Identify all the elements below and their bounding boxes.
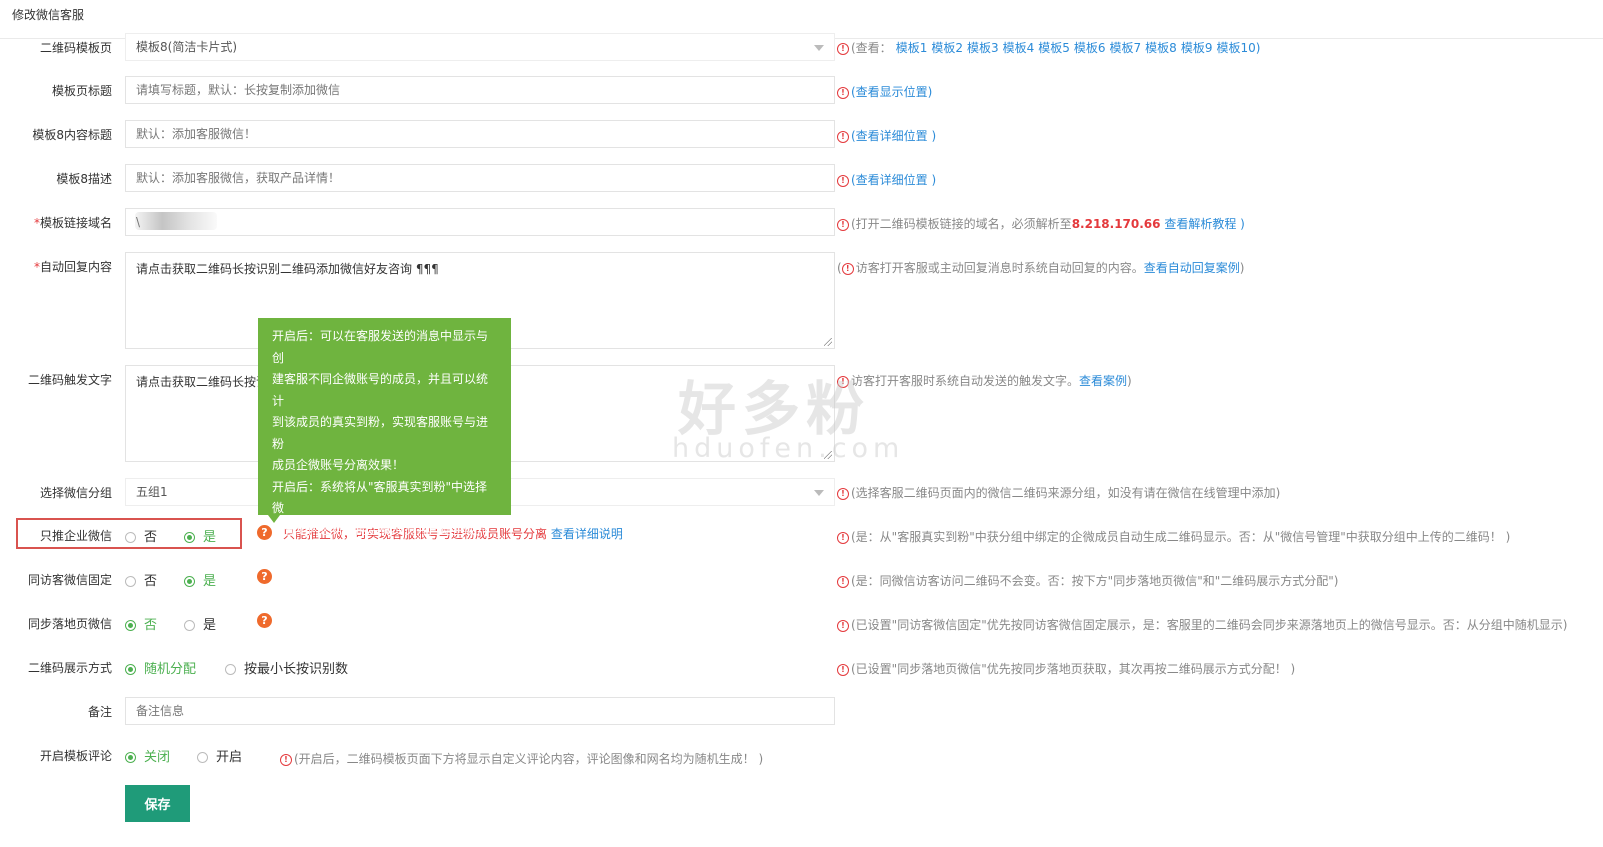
info-icon: ! <box>837 663 849 676</box>
page-title-label: 模板页标题 <box>51 84 112 98</box>
content-title-input[interactable]: 默认：添加客服微信！ <box>125 120 835 148</box>
question-icon[interactable]: ? <box>257 525 272 540</box>
domain-hint: ! (打开二维码模板链接的域名，必须解析至8.218.170.66 查看解析教程 … <box>837 215 1245 232</box>
template-link[interactable]: 模板6 <box>1074 41 1106 55</box>
domain-input[interactable]: \ <box>125 208 835 236</box>
group-label: 选择微信分组 <box>39 486 112 500</box>
sync-landing-label: 同步落地页微信 <box>27 617 112 631</box>
comments-off-radio[interactable]: 关闭 <box>125 746 170 765</box>
tooltip-line: 成员企微账号分离效果！ <box>272 458 405 472</box>
parse-tutorial-link[interactable]: 查看解析教程 <box>1164 217 1236 231</box>
template-link[interactable]: 模板4 <box>1003 41 1035 55</box>
template-hint: ! (查看： 模板1 模板2 模板3 模板4 模板5 模板6 模板7 模板8 模板9 模板10) <box>837 39 1260 56</box>
remark-input[interactable]: 备注信息 <box>125 697 835 725</box>
display-mode-hint: ! (已设置"同步落地页微信"优先按同步落地页获取，其次再按二维码展示方式分配！ … <box>837 660 1295 677</box>
tooltip-line: 您自行上传的二维码！ <box>272 608 393 623</box>
display-mode-min-radio[interactable]: 按最小长按识别数 <box>225 658 348 677</box>
template-label: 二维码模板页 <box>39 41 112 55</box>
question-icon[interactable]: ? <box>257 569 272 584</box>
info-icon: ! <box>837 218 849 231</box>
content-title-label: 模板8内容标题 <box>32 128 112 142</box>
tooltip-popup: 开启后：可以在客服发送的消息中显示与创 建客服不同企微账号的成员，并且可以统计 … <box>258 318 511 623</box>
domain-label: *模板链接域名 <box>33 216 112 230</box>
template-select[interactable]: 模板8(简洁卡片式) <box>125 33 835 61</box>
tooltip-arrow <box>268 515 280 523</box>
sync-landing-no-radio[interactable]: 否 <box>125 614 157 633</box>
template-link[interactable]: 模板10 <box>1216 41 1255 55</box>
resize-handle[interactable] <box>824 338 832 346</box>
template-link[interactable]: 模板1 <box>896 41 928 55</box>
template-link[interactable]: 模板2 <box>931 41 963 55</box>
info-icon: ! <box>837 487 849 500</box>
template-link[interactable]: 模板7 <box>1110 41 1142 55</box>
page-title-hint[interactable]: ! (查看显示位置) <box>837 83 932 100</box>
info-icon: ! <box>837 619 849 632</box>
info-icon: ! <box>837 86 849 99</box>
tooltip-line: 开启后：可以在客服发送的消息中显示与创 <box>272 329 489 365</box>
auto-reply-label: *自动回复内容 <box>33 260 112 274</box>
template-link[interactable]: 模板9 <box>1181 41 1213 55</box>
tooltip-line: 成员二维码显示，不在从微信号管理中获取 <box>272 565 489 602</box>
comments-hint: ! (开启后，二维码模板页面下方将显示自定义评论内容，评论图像和网名均为随机生成！… <box>280 750 763 767</box>
group-select-value: 五组1 <box>136 485 168 499</box>
sync-landing-hint: ! (已设置"同访客微信固定"优先按同访客微信固定展示，是：客服里的二维码会同步来… <box>837 616 1567 633</box>
template-link[interactable]: 模板8 <box>1145 41 1177 55</box>
info-icon: ! <box>280 753 292 766</box>
trigger-label: 二维码触发文字 <box>27 373 112 387</box>
detail-explain-link[interactable]: 查看详细说明 <box>551 527 623 541</box>
tooltip-line: 到该成员的真实到粉，实现客服账号与进粉 <box>272 415 489 451</box>
question-icon[interactable]: ? <box>257 613 272 628</box>
template-link[interactable]: 模板5 <box>1038 41 1070 55</box>
template-select-value: 模板8(简洁卡片式) <box>136 40 237 54</box>
chevron-down-icon <box>814 490 824 496</box>
fixed-visitor-no-radio[interactable]: 否 <box>125 570 157 589</box>
tooltip-line: 开启后：系统将从"客服真实到粉"中选择微 <box>272 479 488 516</box>
tooltip-line: 建客服不同企微账号的成员，并且可以统计 <box>272 372 489 408</box>
info-icon: ! <box>837 575 849 588</box>
info-icon: ! <box>837 42 849 55</box>
info-icon: ! <box>837 130 849 143</box>
trigger-case-link[interactable]: 查看案例 <box>1079 374 1127 388</box>
description-hint[interactable]: ! (查看详细位置 ) <box>837 171 936 188</box>
info-icon: ! <box>841 262 854 275</box>
display-mode-random-radio[interactable]: 随机分配 <box>125 658 196 677</box>
only-enterprise-label: 只推企业微信 <box>39 529 112 543</box>
info-icon: ! <box>837 174 849 187</box>
fixed-visitor-hint: ! (是：同微信访客访问二维码不会变。否：按下方"同步落地页微信"和"二维码展示方… <box>837 572 1338 589</box>
trigger-hint: ! 访客打开客服时系统自动发送的触发文字。查看案例) <box>837 372 1132 389</box>
template-link[interactable]: 模板3 <box>967 41 999 55</box>
chevron-down-icon <box>814 45 824 51</box>
content-title-hint[interactable]: ! (查看详细位置 ) <box>837 127 936 144</box>
display-mode-label: 二维码展示方式 <box>27 661 112 675</box>
only-enterprise-no-radio[interactable]: 否 <box>125 526 157 545</box>
save-button[interactable]: 保存 <box>125 785 190 822</box>
only-enterprise-hint: ! (是：从"客服真实到粉"中获分组中绑定的企微成员自动生成二维码显示。否：从"微… <box>837 528 1510 545</box>
page-title-input[interactable]: 请填写标题，默认：长按复制添加微信 <box>125 76 835 104</box>
group-hint: ! (选择客服二维码页面内的微信二维码来源分组，如没有请在微信在线管理中添加) <box>837 484 1280 501</box>
tooltip-line: 信分组内已绑定的企微成员并自动生成对应 <box>272 522 489 559</box>
redacted-blur <box>135 212 217 230</box>
auto-reply-case-link[interactable]: 查看自动回复案例 <box>1144 261 1240 275</box>
comments-label: 开启模板评论 <box>39 749 112 763</box>
fixed-visitor-label: 同访客微信固定 <box>27 573 112 587</box>
page-title: 修改微信客服 <box>12 8 85 22</box>
template-links: 模板1 模板2 模板3 模板4 模板5 模板6 模板7 模板8 模板9 模板10 <box>892 41 1256 55</box>
description-label: 模板8描述 <box>56 172 112 186</box>
comments-on-radio[interactable]: 开启 <box>197 746 242 765</box>
description-input[interactable]: 默认：添加客服微信，获取产品详情！ <box>125 164 835 192</box>
sync-landing-yes-radio[interactable]: 是 <box>184 614 216 633</box>
fixed-visitor-yes-radio[interactable]: 是 <box>184 570 216 589</box>
info-icon: ! <box>837 531 849 544</box>
watermark-en: hduofen.com <box>672 433 905 464</box>
only-enterprise-yes-radio[interactable]: 是 <box>184 526 216 545</box>
auto-reply-hint: (! 访客打开客服或主动回复消息时系统自动回复的内容。查看自动回复案例) <box>837 261 1245 275</box>
remark-label: 备注 <box>87 705 112 719</box>
